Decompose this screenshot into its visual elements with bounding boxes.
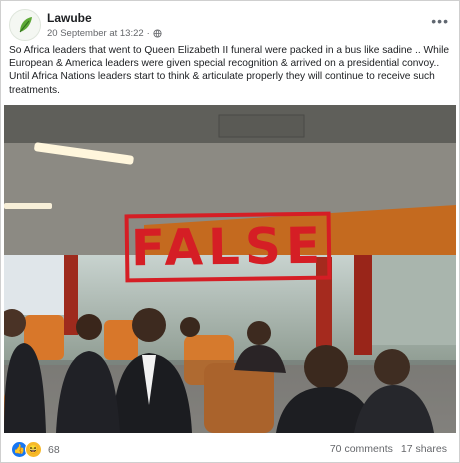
shares-count[interactable]: 17 shares	[401, 443, 447, 455]
author-name[interactable]: Lawube	[47, 11, 92, 25]
reaction-count: 68	[48, 443, 60, 456]
false-stamp-label: FALSE	[130, 216, 326, 278]
haha-icon: 😆	[25, 441, 42, 458]
globe-icon	[153, 29, 162, 38]
facebook-post-card: Lawube 20 September at 13:22 · ••• So Af…	[0, 0, 460, 463]
post-footer: 👍 😆 68 70 comments 17 shares	[1, 433, 459, 462]
post-header: Lawube 20 September at 13:22 · •••	[9, 7, 451, 41]
leaf-logo-icon	[19, 17, 32, 33]
meta-separator: ·	[146, 28, 150, 39]
post-text: So Africa leaders that went to Queen Eli…	[9, 45, 450, 96]
reactions-summary[interactable]: 👍 😆 68	[11, 441, 60, 458]
false-stamp: FALSE	[124, 211, 332, 283]
more-options-button[interactable]: •••	[431, 13, 449, 29]
post-meta: 20 September at 13:22 ·	[47, 28, 162, 39]
post-photo[interactable]: FALSE	[4, 105, 456, 433]
post-date[interactable]: 20 September at 13:22	[47, 28, 144, 39]
author-avatar[interactable]	[9, 9, 41, 41]
comments-count[interactable]: 70 comments	[330, 443, 393, 455]
engagement-stats: 70 comments 17 shares	[330, 443, 447, 455]
